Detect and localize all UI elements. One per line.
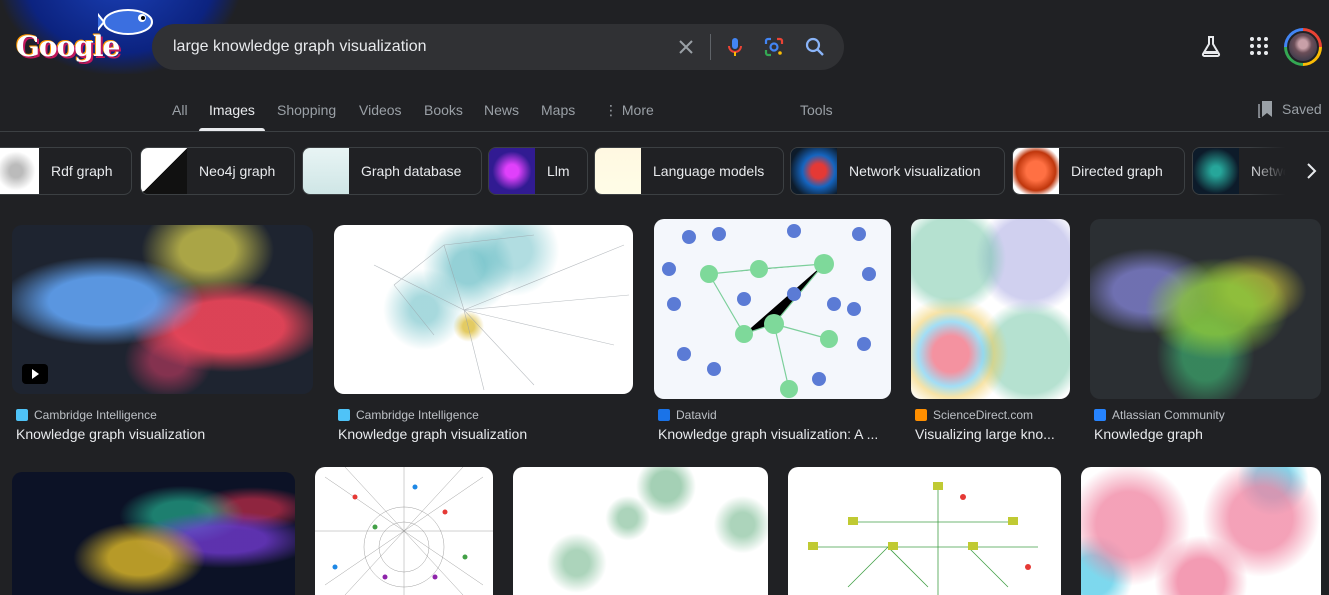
- search-icon[interactable]: [803, 35, 827, 59]
- chip-thumbnail: [1013, 148, 1059, 194]
- chip-label: Neo4j graph: [199, 163, 276, 179]
- tab-more[interactable]: ⋮ More: [604, 102, 654, 119]
- result-thumbnail: [12, 225, 313, 394]
- search-divider: [710, 34, 711, 60]
- result-thumbnail: [334, 225, 633, 394]
- search-input[interactable]: large knowledge graph visualization: [173, 38, 427, 56]
- result-source[interactable]: Atlassian Community: [1094, 408, 1225, 422]
- tab-all[interactable]: All: [172, 102, 188, 118]
- chip-label: Network visualization: [849, 163, 981, 179]
- bookmark-icon: [1258, 101, 1272, 118]
- lens-icon[interactable]: [762, 35, 786, 59]
- tab-shopping[interactable]: Shopping: [277, 102, 336, 118]
- chip-label: Graph database: [361, 163, 462, 179]
- chip-rdf-graph[interactable]: Rdf graph: [0, 147, 132, 195]
- chip-label: Rdf graph: [51, 163, 113, 179]
- result-thumbnail: [1090, 219, 1321, 399]
- result-thumbnail: [911, 219, 1070, 399]
- favicon-icon: [658, 409, 670, 421]
- result-source[interactable]: Cambridge Intelligence: [338, 408, 479, 422]
- chip-thumbnail: [791, 148, 837, 194]
- tab-videos[interactable]: Videos: [359, 102, 402, 118]
- result-source[interactable]: ScienceDirect.com: [915, 408, 1033, 422]
- result-source[interactable]: Datavid: [658, 408, 717, 422]
- result-thumbnail[interactable]: [1081, 467, 1321, 595]
- result-thumbnail[interactable]: [12, 472, 295, 595]
- more-dots-icon: ⋮: [604, 102, 618, 118]
- chevron-right-icon[interactable]: [1300, 160, 1322, 182]
- labs-flask-icon[interactable]: [1198, 33, 1224, 59]
- chip-thumbnail: [0, 148, 39, 194]
- search-box[interactable]: large knowledge graph visualization: [152, 24, 844, 70]
- result-title[interactable]: Knowledge graph visualization: [16, 426, 313, 442]
- video-play-icon: [22, 364, 48, 384]
- chip-language-models[interactable]: Language models: [594, 147, 784, 195]
- chip-llm[interactable]: Llm: [488, 147, 588, 195]
- favicon-icon: [16, 409, 28, 421]
- chip-network-visualization[interactable]: Network visualization: [790, 147, 1005, 195]
- result-thumbnail[interactable]: [513, 467, 768, 595]
- chip-thumbnail: [141, 148, 187, 194]
- favicon-icon: [1094, 409, 1106, 421]
- result-title[interactable]: Visualizing large kno...: [915, 426, 1070, 442]
- microphone-icon[interactable]: [723, 35, 747, 59]
- result-thumbnail[interactable]: [788, 467, 1061, 595]
- chip-neo4j-graph[interactable]: Neo4j graph: [140, 147, 295, 195]
- chip-label: Llm: [547, 163, 570, 179]
- result-source[interactable]: Cambridge Intelligence: [16, 408, 157, 422]
- source-name: Cambridge Intelligence: [34, 408, 157, 422]
- chip-thumbnail: [303, 148, 349, 194]
- tab-more-label: More: [621, 102, 654, 118]
- chip-directed-graph[interactable]: Directed graph: [1012, 147, 1185, 195]
- source-name: Cambridge Intelligence: [356, 408, 479, 422]
- search-tabs: All Images Shopping Videos Books News Ma…: [0, 96, 1329, 132]
- account-avatar[interactable]: [1284, 28, 1322, 66]
- graph-nodes-graphic: [662, 224, 876, 398]
- result-title[interactable]: Knowledge graph: [1094, 426, 1321, 442]
- tab-tools[interactable]: Tools: [800, 102, 833, 118]
- tab-books[interactable]: Books: [424, 102, 463, 118]
- source-name: ScienceDirect.com: [933, 408, 1034, 422]
- chip-label: Directed graph: [1071, 163, 1163, 179]
- chip-label: Language models: [653, 163, 765, 179]
- favicon-icon: [338, 409, 350, 421]
- tab-news[interactable]: News: [484, 102, 519, 118]
- tree-graph-graphic: [808, 482, 1038, 595]
- result-thumbnail[interactable]: [315, 467, 493, 595]
- clear-icon[interactable]: [674, 35, 698, 59]
- result-thumbnail: [654, 219, 891, 399]
- network-lines-graphic: [373, 234, 630, 391]
- result-title[interactable]: Knowledge graph visualization: [338, 426, 633, 442]
- chip-thumbnail: [489, 148, 535, 194]
- chip-thumbnail: [595, 148, 641, 194]
- source-name: Datavid: [676, 408, 717, 422]
- header: Google large knowledge graph visualizati…: [0, 0, 1329, 88]
- chip-graph-database[interactable]: Graph database: [302, 147, 482, 195]
- related-chips: Rdf graph Neo4j graph Graph database Llm…: [0, 147, 1329, 195]
- apps-grid-icon[interactable]: [1246, 33, 1272, 59]
- tab-images[interactable]: Images: [209, 102, 255, 118]
- avatar-image: [1287, 31, 1319, 63]
- saved-label: Saved: [1282, 101, 1322, 117]
- google-logo: Google: [16, 30, 120, 63]
- geometric-network-graphic: [315, 467, 493, 595]
- result-title[interactable]: Knowledge graph visualization: A ...: [658, 426, 893, 442]
- saved-link[interactable]: Saved: [1258, 100, 1322, 118]
- tab-maps[interactable]: Maps: [541, 102, 575, 118]
- chip-thumbnail: [1193, 148, 1239, 194]
- favicon-icon: [915, 409, 927, 421]
- source-name: Atlassian Community: [1112, 408, 1225, 422]
- header-divider: [0, 131, 1329, 132]
